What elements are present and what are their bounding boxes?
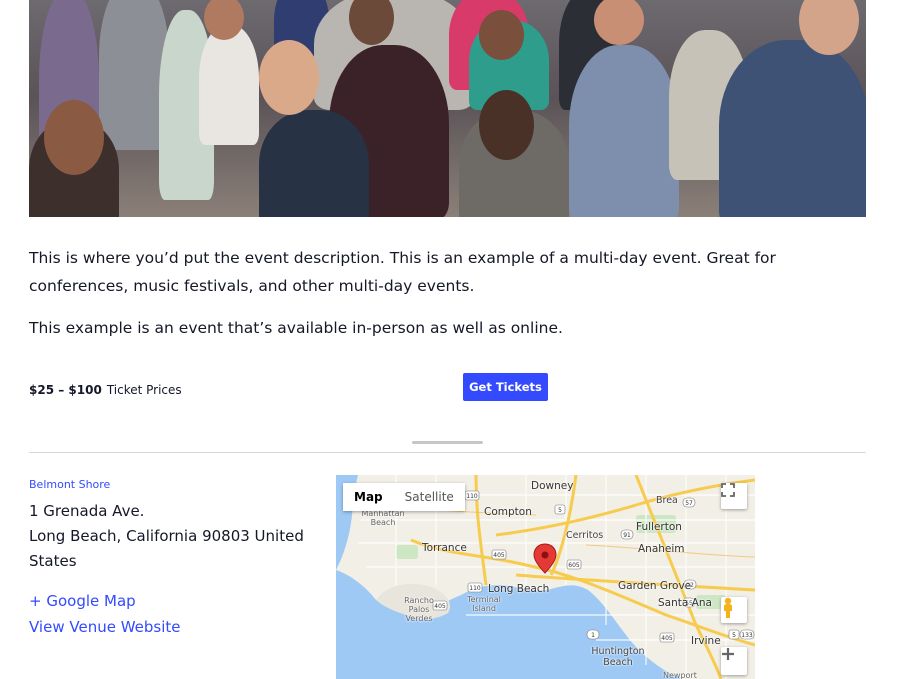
svg-text:405: 405 — [661, 635, 673, 642]
map-label: Torrance — [422, 542, 467, 554]
svg-text:1: 1 — [591, 632, 595, 639]
google-map-link[interactable]: + Google Map — [29, 588, 329, 614]
map-label: Long Beach — [488, 583, 550, 595]
zoom-in-button[interactable] — [721, 647, 747, 675]
map-label: Fullerton — [636, 521, 682, 533]
route-shield: 110 — [466, 493, 478, 500]
svg-text:133: 133 — [741, 632, 753, 639]
venue-map[interactable]: 110 405 605 5 91 405 110 22 57 55 405 1 … — [336, 475, 755, 679]
map-label: Huntington Beach — [591, 646, 645, 668]
svg-text:110: 110 — [469, 585, 481, 592]
crowd-figure — [569, 45, 679, 217]
map-type-map-button[interactable]: Map — [343, 483, 394, 511]
svg-text:405: 405 — [493, 552, 505, 559]
venue-address-line2: Long Beach, California 90803 United Stat… — [29, 527, 304, 570]
map-label: Rancho Palos Verdes — [404, 596, 434, 623]
svg-text:5: 5 — [732, 632, 736, 639]
zoom-in-icon — [722, 648, 734, 660]
map-label: Downey — [531, 480, 574, 492]
map-label: Compton — [484, 506, 532, 518]
ticket-price-amount: $25 – $100 — [29, 383, 102, 397]
crowd-head — [479, 90, 534, 160]
crowd-figure — [259, 110, 369, 217]
map-label: Anaheim — [638, 543, 685, 555]
street-view-button[interactable] — [721, 597, 747, 623]
venue-address-line1: 1 Grenada Ave. — [29, 502, 145, 520]
map-label: Santa Ana — [658, 597, 712, 609]
map-label: Newport — [663, 671, 697, 679]
crowd-figure — [199, 25, 259, 145]
venue-name-link[interactable]: Belmont Shore — [29, 478, 329, 491]
svg-text:57: 57 — [685, 500, 693, 507]
crowd-head — [44, 100, 104, 175]
venue-website-link[interactable]: View Venue Website — [29, 614, 329, 640]
crowd-figure — [719, 40, 866, 217]
svg-text:91: 91 — [623, 532, 631, 539]
svg-text:5: 5 — [558, 507, 562, 514]
divider-handle — [412, 441, 483, 444]
map-type-control: Map Satellite — [343, 483, 465, 511]
svg-text:605: 605 — [568, 562, 580, 569]
venue-details: Belmont Shore 1 Grenada Ave. Long Beach,… — [29, 478, 329, 640]
map-type-satellite-button[interactable]: Satellite — [393, 483, 465, 511]
map-label: Manhattan Beach — [361, 509, 405, 527]
map-label: Brea — [656, 495, 678, 506]
map-label: Terminal Island — [467, 595, 501, 613]
get-tickets-button[interactable]: Get Tickets — [463, 373, 548, 401]
description-paragraph: This is where you’d put the event descri… — [29, 249, 776, 295]
crowd-head — [594, 0, 644, 45]
ticket-price: $25 – $100 Ticket Prices — [29, 383, 182, 397]
map-label: Garden Grove — [618, 580, 692, 592]
pegman-icon — [724, 597, 732, 618]
event-description: This is where you’d put the event descri… — [29, 244, 869, 356]
fullscreen-icon — [721, 483, 735, 497]
crowd-head — [479, 10, 524, 60]
section-divider — [29, 452, 866, 453]
map-label: Cerritos — [566, 530, 604, 541]
description-paragraph: This example is an event that’s availabl… — [29, 319, 563, 337]
fullscreen-button[interactable] — [721, 483, 747, 509]
crowd-head — [259, 40, 319, 115]
map-label: Irvine — [691, 635, 721, 647]
event-hero-image — [29, 0, 866, 217]
ticket-price-label: Ticket Prices — [106, 383, 182, 397]
